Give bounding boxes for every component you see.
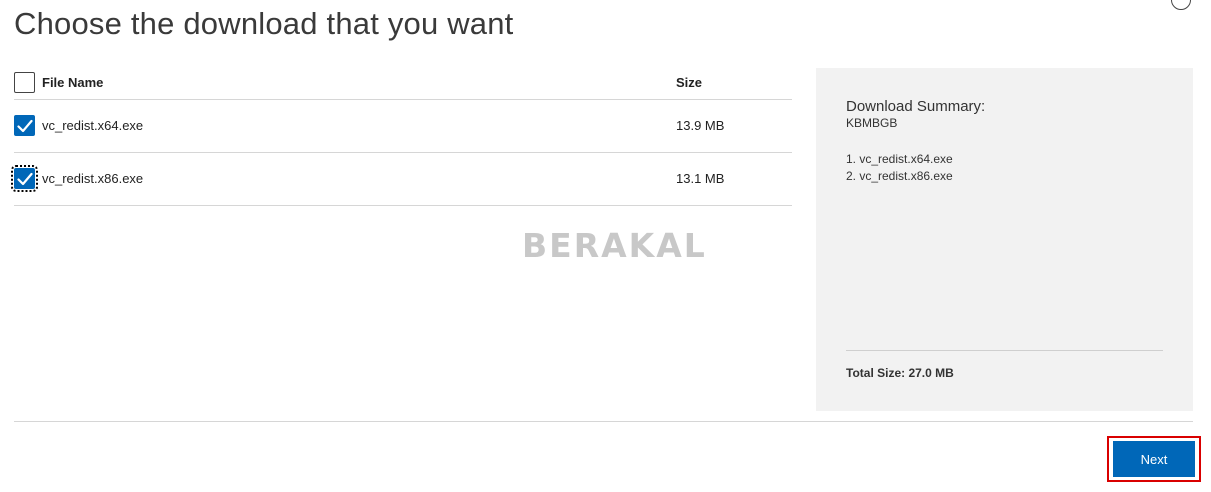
table-row[interactable]: vc_redist.x64.exe 13.9 MB [14, 100, 792, 153]
help-icon[interactable] [1171, 0, 1191, 10]
list-item: 2. vc_redist.x86.exe [846, 169, 953, 183]
file-size: 13.9 MB [676, 118, 725, 133]
select-all-checkbox[interactable] [14, 72, 35, 93]
checkmark-icon [17, 119, 33, 133]
file-size: 13.1 MB [676, 171, 725, 186]
watermark-text: BERAKAL [522, 226, 707, 265]
file-checkbox-x86[interactable] [11, 165, 38, 192]
summary-kb: KBMBGB [846, 116, 898, 130]
summary-divider [846, 350, 1163, 351]
column-header-size: Size [676, 75, 703, 90]
list-item: 1. vc_redist.x64.exe [846, 152, 953, 166]
file-table: File Name Size vc_redist.x64.exe 13.9 MB… [11, 64, 792, 206]
page-title: Choose the download that you want [14, 6, 514, 41]
summary-file-list: 1. vc_redist.x64.exe 2. vc_redist.x86.ex… [846, 151, 953, 185]
next-button[interactable]: Next [1113, 441, 1195, 477]
file-name: vc_redist.x86.exe [42, 171, 144, 186]
download-page: Choose the download that you want File N… [0, 0, 1211, 492]
column-header-file-name: File Name [42, 75, 104, 90]
download-summary-panel: Download Summary: KBMBGB 1. vc_redist.x6… [816, 68, 1193, 411]
summary-title: Download Summary: [846, 98, 986, 115]
bottom-divider [14, 421, 1193, 422]
table-row[interactable]: vc_redist.x86.exe 13.1 MB [11, 153, 792, 206]
file-name: vc_redist.x64.exe [42, 118, 144, 133]
summary-total-size: Total Size: 27.0 MB [846, 366, 954, 380]
table-header-row: File Name Size [14, 64, 792, 100]
file-checkbox-x64[interactable] [14, 115, 35, 136]
checkmark-icon [17, 172, 33, 186]
